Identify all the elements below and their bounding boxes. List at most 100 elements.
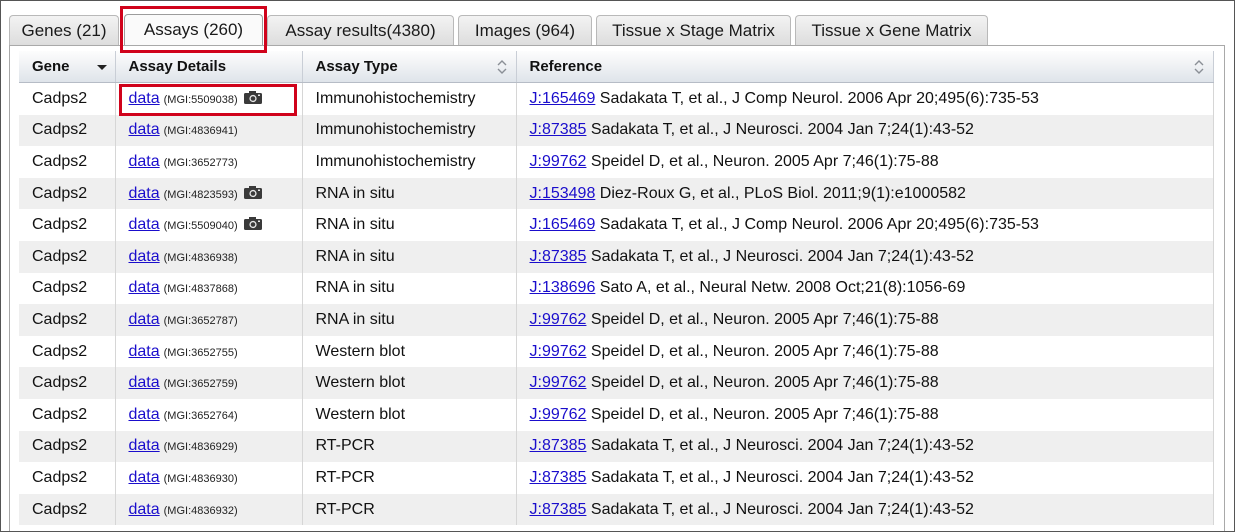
mgi-id: (MGI:4837868) [163, 283, 238, 296]
tab-assay-results[interactable]: Assay results(4380) [267, 15, 454, 45]
reference-link[interactable]: J:87385 [530, 121, 587, 138]
mgi-id: (MGI:3652755) [163, 346, 238, 359]
tab-images[interactable]: Images (964) [458, 15, 592, 45]
sort-both-icon [497, 60, 506, 74]
assay-data-link[interactable]: data [129, 343, 160, 360]
gene-cell: Cadps2 [19, 430, 116, 463]
citation: Sadakata T, et al., J Neurosci. 2004 Jan… [590, 247, 974, 265]
assay-type: RT-PCR [315, 468, 375, 486]
assay-data-link[interactable]: data [129, 153, 160, 170]
citation: Sato A, et al., Neural Netw. 2008 Oct;21… [599, 279, 966, 297]
sort-descending-icon [96, 65, 107, 70]
citation: Speidel D, et al., Neuron. 2005 Apr 7;46… [590, 374, 939, 392]
reference-link[interactable]: J:99762 [530, 406, 587, 423]
citation: Diez-Roux G, et al., PLoS Biol. 2011;9(1… [599, 184, 966, 202]
assay-details-cell: data (MGI:3652759) [115, 367, 303, 399]
reference-link[interactable]: J:87385 [530, 501, 587, 518]
assay-type-cell: Immunohistochemistry [302, 82, 517, 115]
reference-cell: J:165469 Sadakata T, et al., J Comp Neur… [516, 82, 1214, 115]
reference-link[interactable]: J:99762 [530, 153, 587, 170]
assay-data-link[interactable]: data [129, 248, 160, 265]
table-row: Cadps2 data (MGI:4836938) RNA in situ J:8… [19, 240, 1214, 273]
gene-symbol: Cadps2 [32, 468, 88, 486]
assay-type: RNA in situ [315, 279, 395, 297]
table-header-row: Gene Assay Details Assay Type Reference [19, 51, 1214, 83]
reference-link[interactable]: J:165469 [530, 90, 596, 107]
reference-link[interactable]: J:165469 [530, 216, 596, 233]
assay-data-link[interactable]: data [129, 469, 160, 486]
assay-type: Immunohistochemistry [315, 89, 476, 107]
gene-cell: Cadps2 [19, 82, 116, 115]
gene-symbol: Cadps2 [32, 310, 88, 328]
assay-type: Western blot [315, 405, 406, 423]
tab-tissue-gene-matrix[interactable]: Tissue x Gene Matrix [795, 15, 988, 45]
reference-cell: J:87385 Sadakata T, et al., J Neurosci. … [516, 114, 1214, 147]
reference-link[interactable]: J:99762 [530, 374, 587, 391]
table-row: Cadps2 data (MGI:4836932) RT-PCR J:87385 … [19, 493, 1214, 526]
assay-details-cell: data (MGI:3652755) [115, 335, 303, 368]
gene-symbol: Cadps2 [32, 121, 88, 139]
column-header-gene[interactable]: Gene [19, 51, 116, 83]
assay-data-link[interactable]: data [129, 501, 160, 518]
gene-cell: Cadps2 [19, 462, 116, 494]
assay-details-cell: data (MGI:3652764) [115, 398, 303, 431]
assay-data-link[interactable]: data [129, 279, 160, 296]
assay-type: RNA in situ [315, 184, 395, 202]
mgi-id: (MGI:4836932) [163, 504, 238, 517]
assay-data-link[interactable]: data [129, 121, 160, 138]
assay-type: RNA in situ [315, 310, 395, 328]
assay-data-link[interactable]: data [129, 437, 160, 454]
reference-cell: J:99762 Speidel D, et al., Neuron. 2005 … [516, 367, 1214, 399]
citation: Sadakata T, et al., J Neurosci. 2004 Jan… [590, 437, 974, 455]
gene-cell: Cadps2 [19, 240, 116, 273]
assay-data-link[interactable]: data [129, 374, 160, 391]
mgi-id: (MGI:3652764) [163, 409, 238, 422]
reference-link[interactable]: J:138696 [530, 279, 596, 296]
assay-data-link[interactable]: data [129, 216, 160, 233]
table-row: Cadps2 data (MGI:4836930) RT-PCR J:87385 … [19, 462, 1214, 494]
reference-cell: J:99762 Speidel D, et al., Neuron. 2005 … [516, 335, 1214, 368]
assay-details-cell: data (MGI:4836941) [115, 114, 303, 147]
gene-cell: Cadps2 [19, 304, 116, 336]
reference-link[interactable]: J:99762 [530, 343, 587, 360]
tab-genes[interactable]: Genes (21) [9, 15, 119, 45]
assay-details-cell: data (MGI:4836929) [115, 430, 303, 463]
assay-data-link[interactable]: data [129, 185, 160, 202]
gene-cell: Cadps2 [19, 177, 116, 210]
assay-details-cell: data (MGI:5509038) [115, 82, 303, 115]
mgi-id: (MGI:4836941) [163, 125, 238, 138]
tab-assays[interactable]: Assays (260) [124, 14, 263, 47]
gene-symbol: Cadps2 [32, 500, 88, 518]
mgi-id: (MGI:4823593) [163, 188, 238, 201]
camera-icon[interactable] [243, 216, 263, 231]
camera-icon[interactable] [243, 90, 263, 105]
reference-link[interactable]: J:87385 [530, 469, 587, 486]
gene-symbol: Cadps2 [32, 437, 88, 455]
assay-type-cell: RNA in situ [302, 177, 517, 210]
reference-cell: J:87385 Sadakata T, et al., J Neurosci. … [516, 430, 1214, 463]
table-row: Cadps2 data (MGI:4836941) Immunohistochem… [19, 114, 1214, 147]
citation: Sadakata T, et al., J Comp Neurol. 2006 … [599, 216, 1039, 234]
results-window: Genes (21) Assays (260) Assay results(43… [0, 0, 1235, 532]
assay-type-cell: RNA in situ [302, 209, 517, 241]
reference-link[interactable]: J:87385 [530, 248, 587, 265]
reference-cell: J:138696 Sato A, et al., Neural Netw. 20… [516, 272, 1214, 305]
column-header-reference[interactable]: Reference [516, 51, 1214, 83]
gene-symbol: Cadps2 [32, 279, 88, 297]
assay-data-link[interactable]: data [129, 406, 160, 423]
column-header-assay-type[interactable]: Assay Type [302, 51, 517, 83]
gene-symbol: Cadps2 [32, 89, 88, 107]
reference-link[interactable]: J:99762 [530, 311, 587, 328]
assay-data-link[interactable]: data [129, 311, 160, 328]
mgi-id: (MGI:5509040) [163, 220, 238, 233]
assay-data-link[interactable]: data [129, 90, 160, 107]
column-header-assay-details: Assay Details [115, 51, 303, 83]
reference-link[interactable]: J:87385 [530, 437, 587, 454]
citation: Sadakata T, et al., J Comp Neurol. 2006 … [599, 89, 1039, 107]
tab-tissue-stage-matrix[interactable]: Tissue x Stage Matrix [596, 15, 791, 45]
reference-link[interactable]: J:153498 [530, 185, 596, 202]
mgi-id: (MGI:4836930) [163, 472, 238, 485]
column-header-label: Assay Type [315, 58, 398, 75]
assay-type: Immunohistochemistry [315, 152, 476, 170]
camera-icon[interactable] [243, 185, 263, 200]
